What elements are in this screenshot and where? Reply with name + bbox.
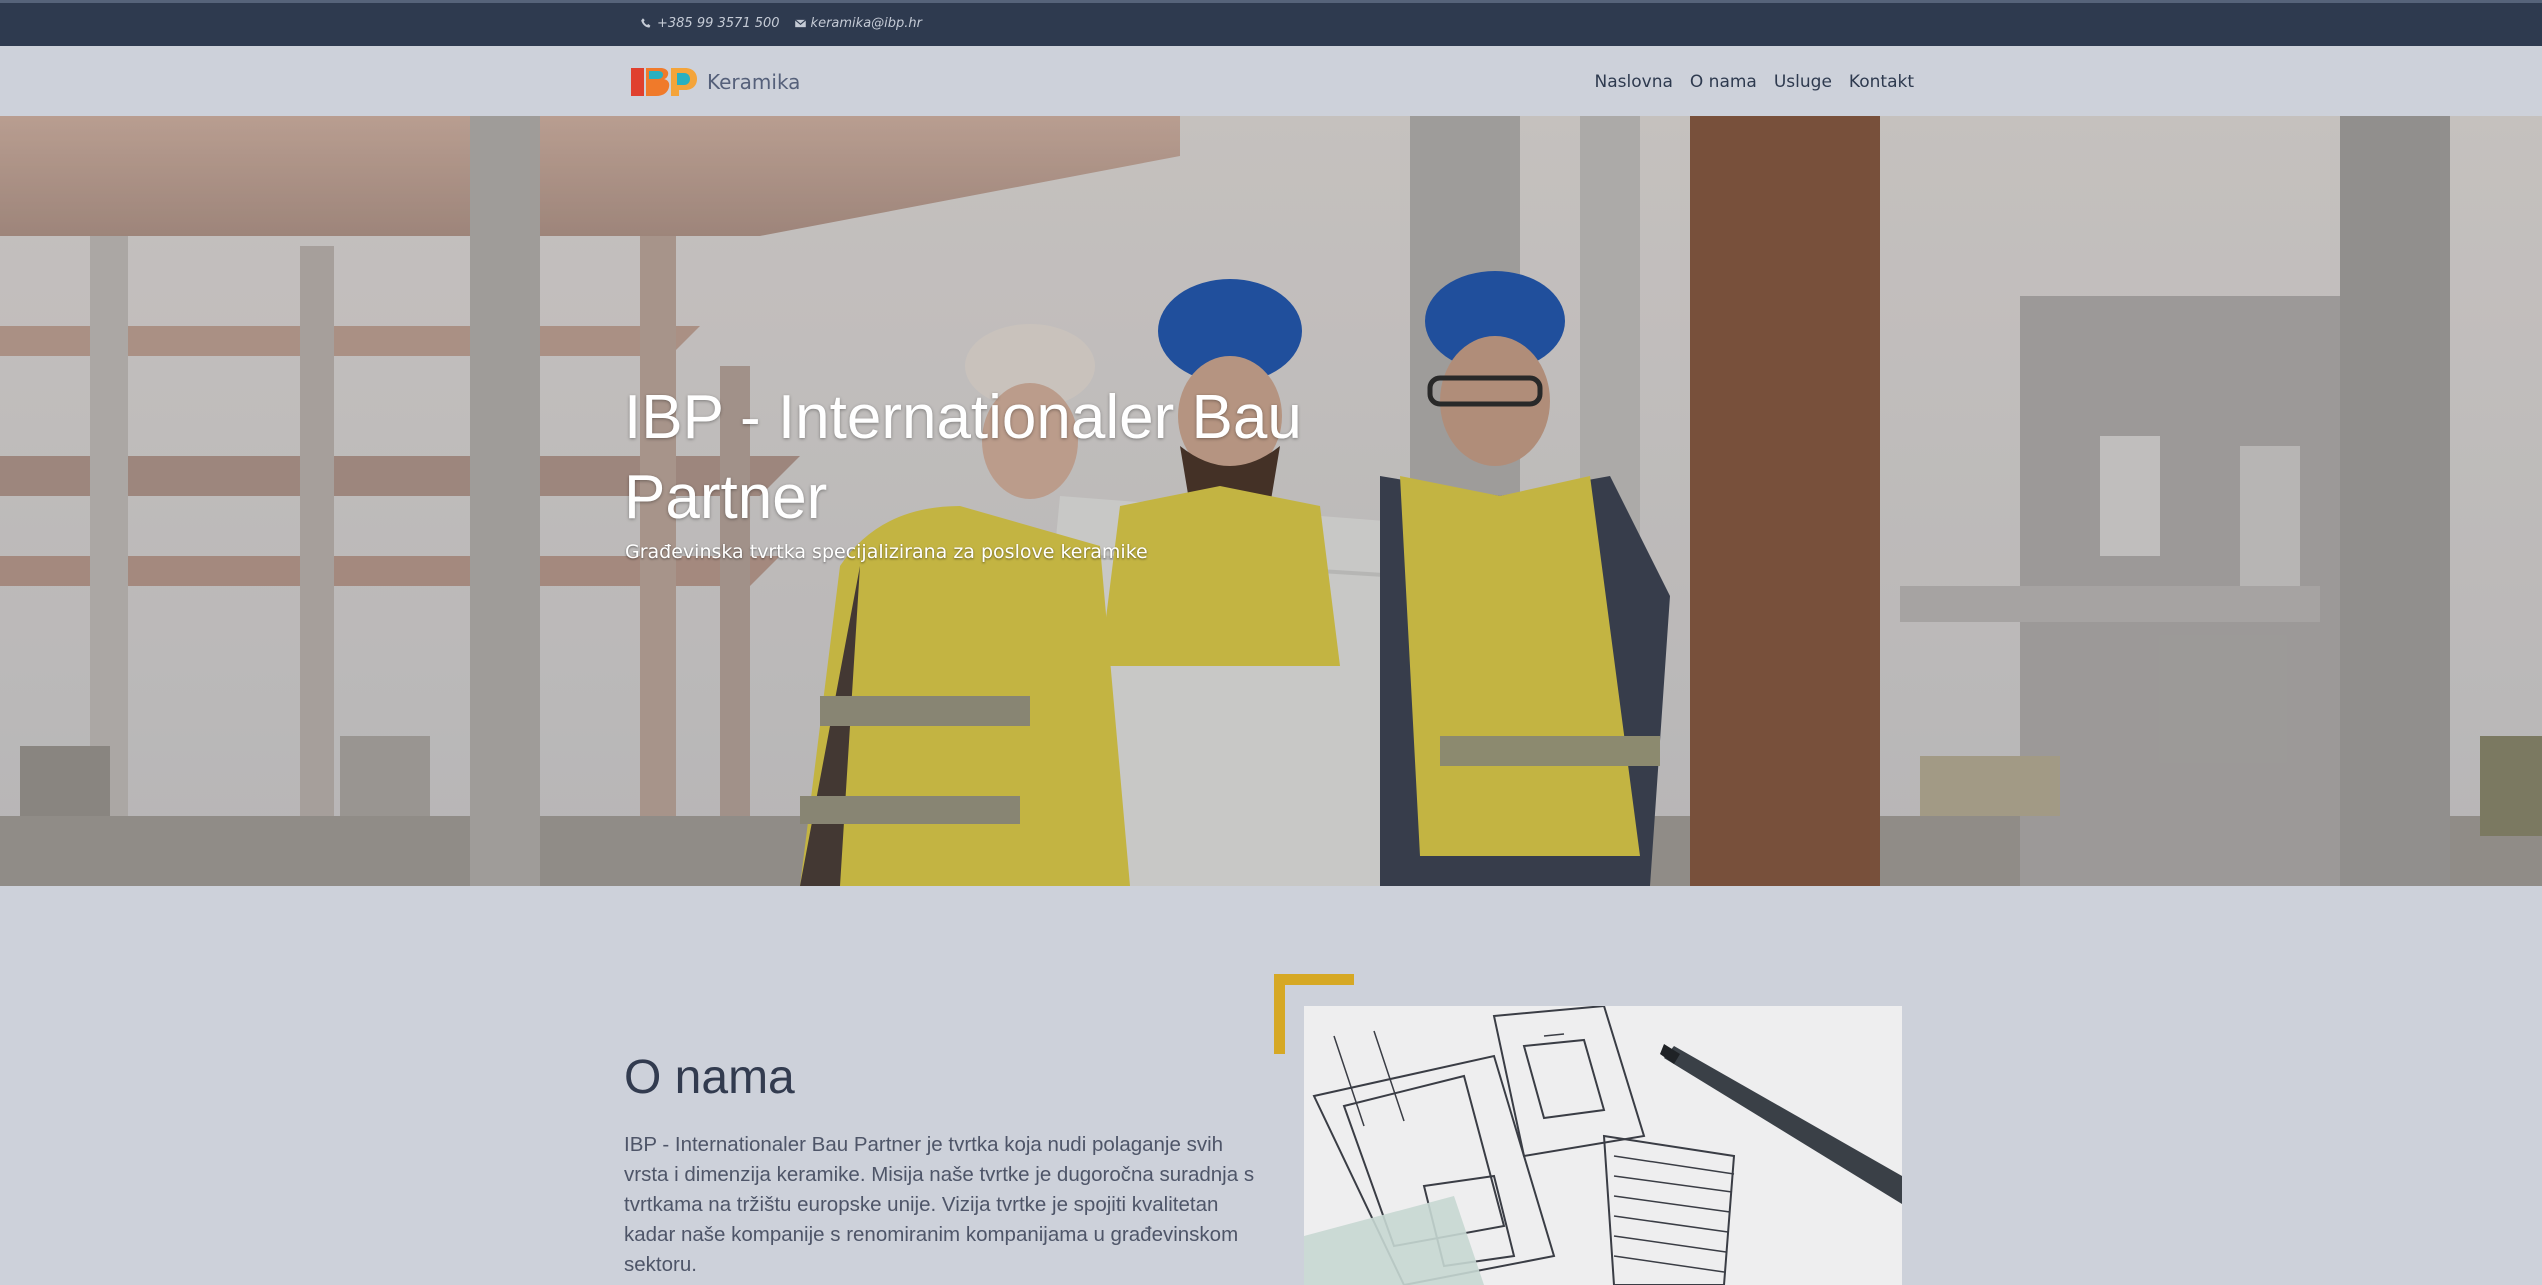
- about-text: IBP - Internationaler Bau Partner je tvr…: [624, 1133, 1255, 1276]
- nav-item-usluge[interactable]: Usluge: [1774, 72, 1832, 92]
- top-contact-bar: +385 99 3571 500 keramika@ibp.hr: [0, 0, 2542, 46]
- about-title: O nama: [624, 1051, 795, 1104]
- brand[interactable]: Keramika: [631, 65, 800, 99]
- contact-info: +385 99 3571 500 keramika@ibp.hr: [640, 16, 922, 31]
- blueprint-drawing: [1304, 1006, 1902, 1285]
- nav-item-naslovna[interactable]: Naslovna: [1595, 72, 1673, 92]
- ibp-logo: [631, 68, 697, 96]
- site-header: Keramika Naslovna O nama Usluge Kontakt: [0, 46, 2542, 116]
- brand-name: Keramika: [707, 70, 801, 94]
- phone-icon: [641, 18, 651, 28]
- nav-item-kontakt[interactable]: Kontakt: [1849, 72, 1914, 92]
- hero-title: IBP - Internationaler Bau Partner: [624, 383, 1302, 532]
- phone-contact[interactable]: +385 99 3571 500: [640, 16, 780, 31]
- hero-subtitle: Građevinska tvrtka specijalizirana za po…: [625, 541, 1148, 563]
- nav-item-o-nama[interactable]: O nama: [1690, 72, 1757, 92]
- email-address: keramika@ibp.hr: [810, 16, 922, 31]
- blueprint-image: [1304, 1006, 1902, 1285]
- hero-section: IBP - Internationaler Bau Partner Građev…: [0, 116, 2542, 886]
- phone-number: +385 99 3571 500: [657, 16, 780, 31]
- email-contact[interactable]: keramika@ibp.hr: [794, 16, 922, 31]
- main-nav: Naslovna O nama Usluge Kontakt: [1595, 72, 1914, 92]
- envelope-icon: [794, 19, 806, 28]
